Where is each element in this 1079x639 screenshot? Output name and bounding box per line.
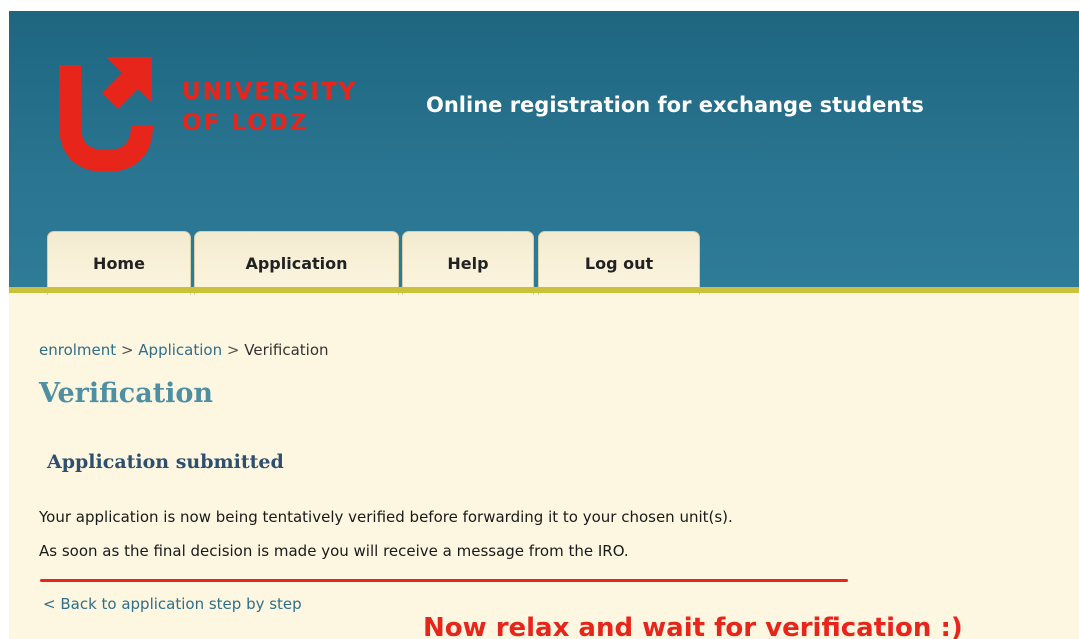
site-title: Online registration for exchange student… xyxy=(426,93,924,117)
verification-message: Your application is now being tentativel… xyxy=(39,508,733,526)
tab-help[interactable]: Help xyxy=(402,231,534,295)
tab-log-out[interactable]: Log out xyxy=(538,231,700,295)
breadcrumb: enrolment > Application > Verification xyxy=(39,341,329,359)
decision-message: As soon as the final decision is made yo… xyxy=(39,542,629,560)
back-to-application-link[interactable]: < Back to application step by step xyxy=(43,595,302,613)
highlight-underline xyxy=(40,579,848,582)
tab-home[interactable]: Home xyxy=(47,231,191,295)
university-logo-text: UNIVERSITY OF LODZ xyxy=(182,77,357,139)
breadcrumb-separator: > xyxy=(120,341,134,359)
breadcrumb-separator: > xyxy=(226,341,240,359)
annotation-note: Now relax and wait for verification :) xyxy=(423,613,963,639)
tab-application[interactable]: Application xyxy=(194,231,399,295)
breadcrumb-item-enrolment[interactable]: enrolment xyxy=(39,341,116,359)
main-content: enrolment > Application > Verification V… xyxy=(9,293,1079,639)
logo-text-line2: OF LODZ xyxy=(182,110,309,136)
page-frame: UNIVERSITY OF LODZ Online registration f… xyxy=(9,11,1079,639)
section-title: Application submitted xyxy=(47,451,284,473)
site-header: UNIVERSITY OF LODZ Online registration f… xyxy=(9,11,1079,295)
page-title: Verification xyxy=(39,378,214,409)
logo-text-line1: UNIVERSITY xyxy=(182,79,358,105)
university-logo-icon xyxy=(59,57,153,171)
breadcrumb-item-application[interactable]: Application xyxy=(138,341,222,359)
breadcrumb-item-verification: Verification xyxy=(244,341,329,359)
